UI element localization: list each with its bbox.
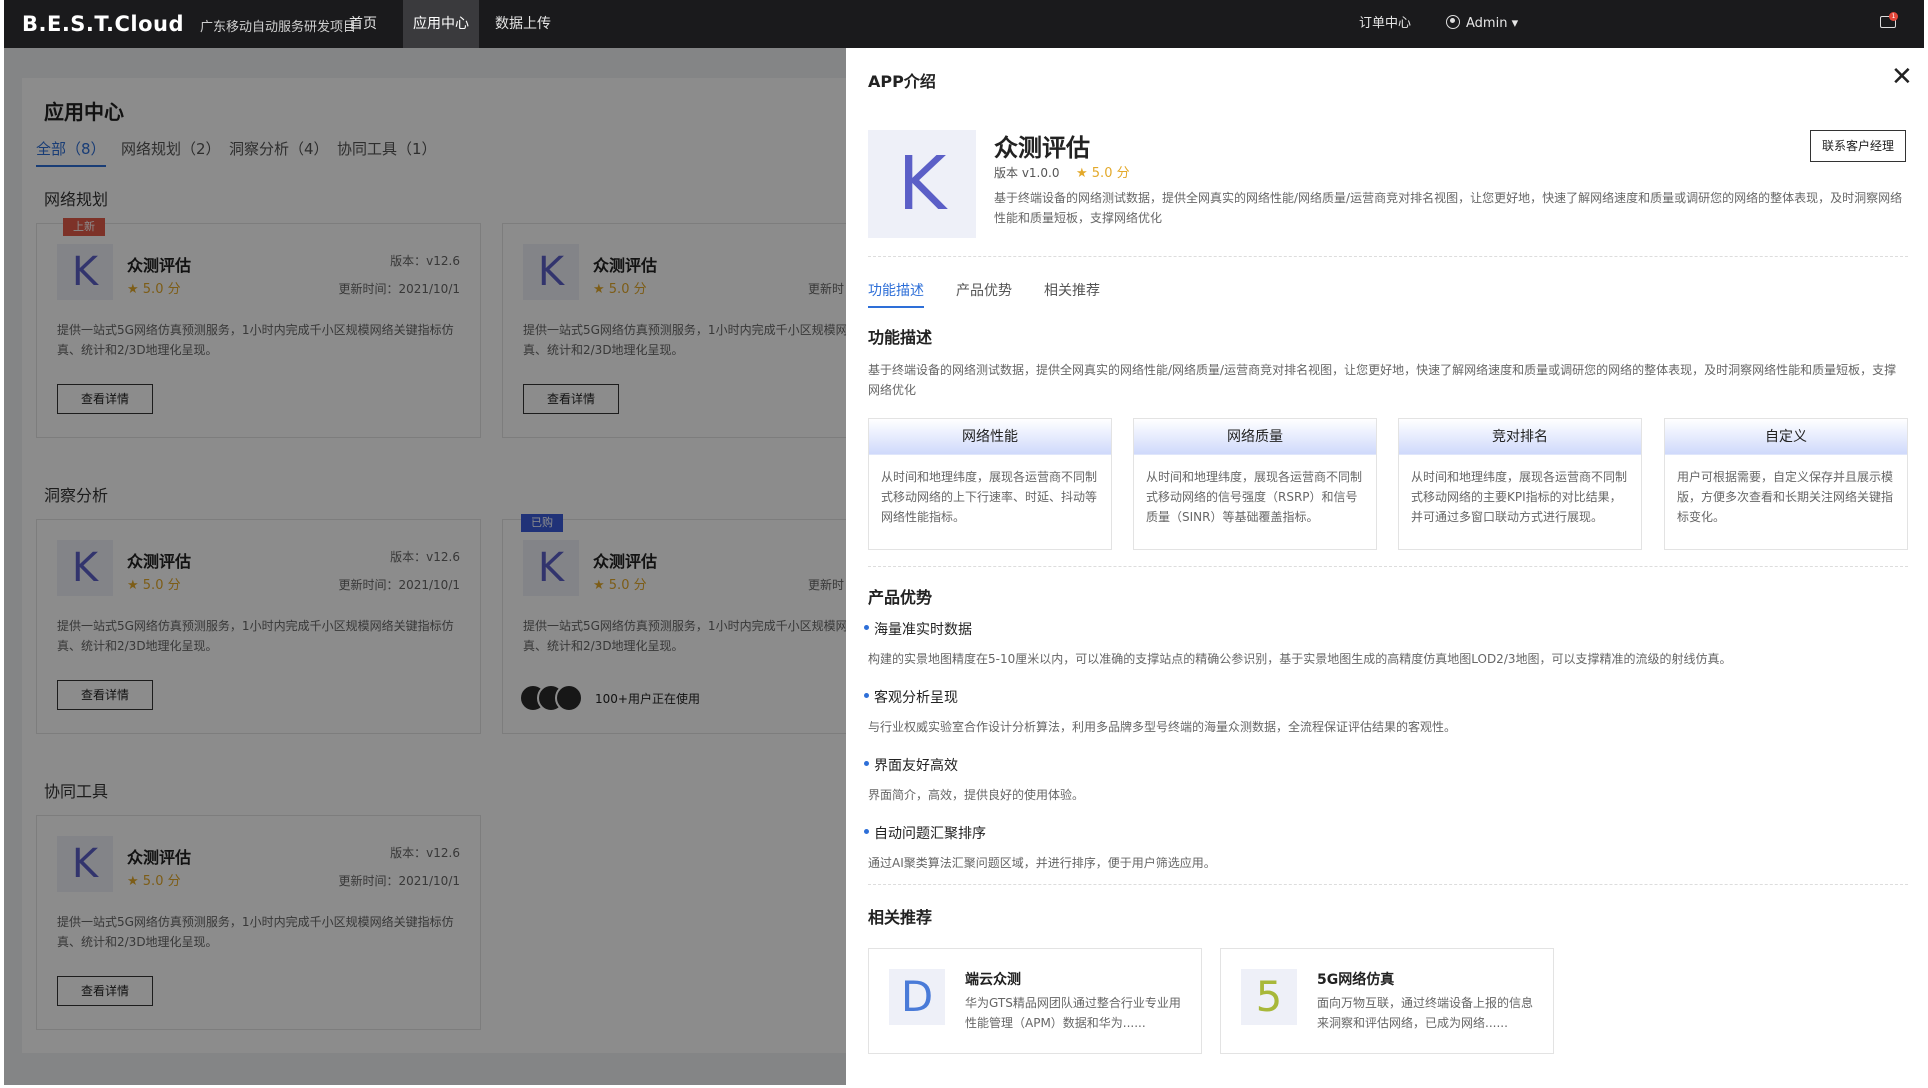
recommendation-name: 端云众测 [965, 972, 1021, 988]
function-description: 基于终端设备的网络测试数据，提供全网真实的网络性能/网络质量/运营商竞对排名视图… [868, 363, 1897, 397]
app-version: 版本 v1.0.0 [994, 166, 1060, 180]
divider [868, 566, 1908, 567]
top-navigation-bar: B.E.S.T.Cloud 广东移动自动服务研发项目 首页 应用中心 数据上传 … [4, 0, 1924, 48]
mail-badge: 1 [1889, 12, 1898, 21]
app-rating: ★ 5.0 分 [1076, 166, 1130, 181]
nav-home[interactable]: 首页 [339, 0, 387, 48]
advantage-title: 自动问题汇聚排序 [864, 823, 986, 843]
recommendation-icon: 5 [1241, 969, 1297, 1025]
user-name: Admin ▾ [1466, 16, 1519, 31]
app-icon: K [868, 130, 976, 238]
app-screen: B.E.S.T.Cloud 广东移动自动服务研发项目 首页 应用中心 数据上传 … [4, 0, 1924, 1085]
feature-title: 网络性能 [869, 419, 1111, 455]
feature-card: 自定义 用户可根据需要，自定义保存并且展示模版，方便多次查看和长期关注网络关键指… [1664, 418, 1908, 550]
app-title: 众测评估 [994, 134, 1090, 162]
advantage-description: 构建的实景地图精度在5-10厘米以内，可以准确的支撑站点的精确公参识别，基于实景… [868, 652, 1732, 666]
orders-link[interactable]: 订单中心 [1359, 0, 1411, 48]
advantages-section-title: 产品优势 [868, 588, 933, 607]
function-section-title: 功能描述 [868, 328, 933, 347]
nav-app-center[interactable]: 应用中心 [403, 0, 479, 48]
user-menu[interactable]: Admin ▾ [1446, 0, 1518, 48]
tab-product-advantages[interactable]: 产品优势 [956, 280, 1012, 300]
feature-title: 竞对排名 [1399, 419, 1641, 455]
feature-title: 自定义 [1665, 419, 1907, 455]
logo[interactable]: B.E.S.T.Cloud [22, 12, 184, 36]
feature-description: 从时间和地理纬度，展现各运营商不同制式移动网络的主要KPI指标的对比结果，并可通… [1411, 470, 1628, 524]
recommendation-card[interactable]: D 端云众测 华为GTS精品网团队通过整合行业专业用性能管理（APM）数据和华为… [868, 948, 1202, 1054]
close-icon[interactable]: ✕ [1891, 64, 1913, 90]
recommendation-description: 华为GTS精品网团队通过整合行业专业用性能管理（APM）数据和华为...... [965, 996, 1181, 1030]
advantage-title: 海量准实时数据 [864, 619, 972, 639]
advantage-title: 客观分析呈现 [864, 687, 958, 707]
advantage-description: 通过AI聚类算法汇聚问题区域，并进行排序，便于用户筛选应用。 [868, 856, 1216, 870]
contact-manager-button[interactable]: 联系客户经理 [1810, 130, 1906, 162]
recommendation-card[interactable]: 5 5G网络仿真 面向万物互联，通过终端设备上报的信息来洞察和评估网络，已成为网… [1220, 948, 1554, 1054]
app-summary: 基于终端设备的网络测试数据，提供全网真实的网络性能/网络质量/运营商竞对排名视图… [994, 191, 1903, 225]
advantage-description: 界面简介，高效，提供良好的使用体验。 [868, 788, 1085, 802]
feature-description: 用户可根据需要，自定义保存并且展示模版，方便多次查看和长期关注网络关键指标变化。 [1677, 470, 1894, 524]
feature-card: 网络质量 从时间和地理纬度，展现各运营商不同制式移动网络的信号强度（RSRP）和… [1133, 418, 1377, 550]
divider [868, 884, 1908, 885]
tab-function-description[interactable]: 功能描述 [868, 280, 924, 308]
feature-description: 从时间和地理纬度，展现各运营商不同制式移动网络的信号强度（RSRP）和信号质量（… [1146, 470, 1363, 524]
advantage-title: 界面友好高效 [864, 755, 958, 775]
nav-data-upload[interactable]: 数据上传 [485, 0, 561, 48]
project-name: 广东移动自动服务研发项目 [200, 20, 357, 35]
advantage-description: 与行业权威实验室合作设计分析算法，利用多品牌多型号终端的海量众测数据，全流程保证… [868, 720, 1457, 734]
feature-card: 网络性能 从时间和地理纬度，展现各运营商不同制式移动网络的上下行速率、时延、抖动… [868, 418, 1112, 550]
user-icon [1446, 15, 1460, 29]
recommendation-icon: D [889, 969, 945, 1025]
drawer-title: APP介绍 [868, 72, 936, 91]
tab-related-recommendations[interactable]: 相关推荐 [1044, 280, 1100, 300]
modal-overlay[interactable] [4, 48, 846, 1085]
divider [868, 256, 1908, 257]
recommendation-name: 5G网络仿真 [1317, 972, 1395, 988]
feature-title: 网络质量 [1134, 419, 1376, 455]
recommendation-description: 面向万物互联，通过终端设备上报的信息来洞察和评估网络，已成为网络...... [1317, 996, 1534, 1030]
feature-card: 竞对排名 从时间和地理纬度，展现各运营商不同制式移动网络的主要KPI指标的对比结… [1398, 418, 1642, 550]
feature-description: 从时间和地理纬度，展现各运营商不同制式移动网络的上下行速率、时延、抖动等网络性能… [881, 470, 1098, 524]
app-intro-drawer: APP介绍 ✕ K 众测评估 版本 v1.0.0 ★ 5.0 分 基于终端设备的… [846, 48, 1924, 1085]
recommendations-section-title: 相关推荐 [868, 908, 933, 927]
